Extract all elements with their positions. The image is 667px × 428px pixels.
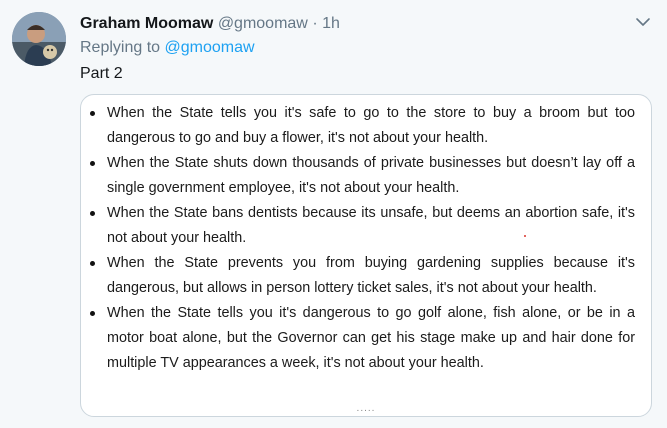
tweet-image[interactable]: When the State tells you it's safe to go…	[80, 94, 652, 417]
bullet-icon	[90, 161, 95, 166]
list-item: When the State shuts down thousands of p…	[81, 151, 651, 201]
replying-to: Replying to @gmoomaw	[80, 38, 255, 58]
replying-to-handle[interactable]: @gmoomaw	[165, 39, 255, 56]
bullet-icon	[90, 261, 95, 266]
continuation-dots: .....	[356, 403, 376, 414]
tweet-timestamp[interactable]: 1h	[322, 15, 340, 32]
bullet-text: When the State tells you it's safe to go…	[107, 105, 635, 146]
stray-red-dot	[524, 235, 526, 237]
bullet-text: When the State bans dentists because its…	[107, 205, 635, 246]
avatar[interactable]	[12, 12, 66, 66]
chevron-down-icon[interactable]	[633, 12, 653, 32]
tweet-header: Graham Moomaw @gmoomaw · 1h	[80, 14, 340, 34]
bullet-text: When the State shuts down thousands of p…	[107, 155, 635, 196]
tweet: Graham Moomaw @gmoomaw · 1h Replying to …	[0, 0, 667, 428]
replying-to-prefix: Replying to	[80, 39, 161, 56]
bullet-icon	[90, 111, 95, 116]
avatar-image	[12, 12, 66, 66]
bullet-list: When the State tells you it's safe to go…	[81, 101, 651, 376]
bullet-icon	[90, 211, 95, 216]
list-item: When the State prevents you from buying …	[81, 251, 651, 301]
list-item: When the State tells you it's safe to go…	[81, 101, 651, 151]
tweet-text: Part 2	[80, 65, 123, 82]
list-item: When the State bans dentists because its…	[81, 201, 651, 251]
list-item: When the State tells you it's dangerous …	[81, 301, 651, 376]
bullet-icon	[90, 311, 95, 316]
bullet-text: When the State tells you it's dangerous …	[107, 305, 635, 371]
author-handle[interactable]: @gmoomaw	[218, 15, 308, 32]
header-separator: ·	[312, 15, 318, 32]
author-name[interactable]: Graham Moomaw	[80, 15, 213, 32]
bullet-text: When the State prevents you from buying …	[107, 255, 635, 296]
